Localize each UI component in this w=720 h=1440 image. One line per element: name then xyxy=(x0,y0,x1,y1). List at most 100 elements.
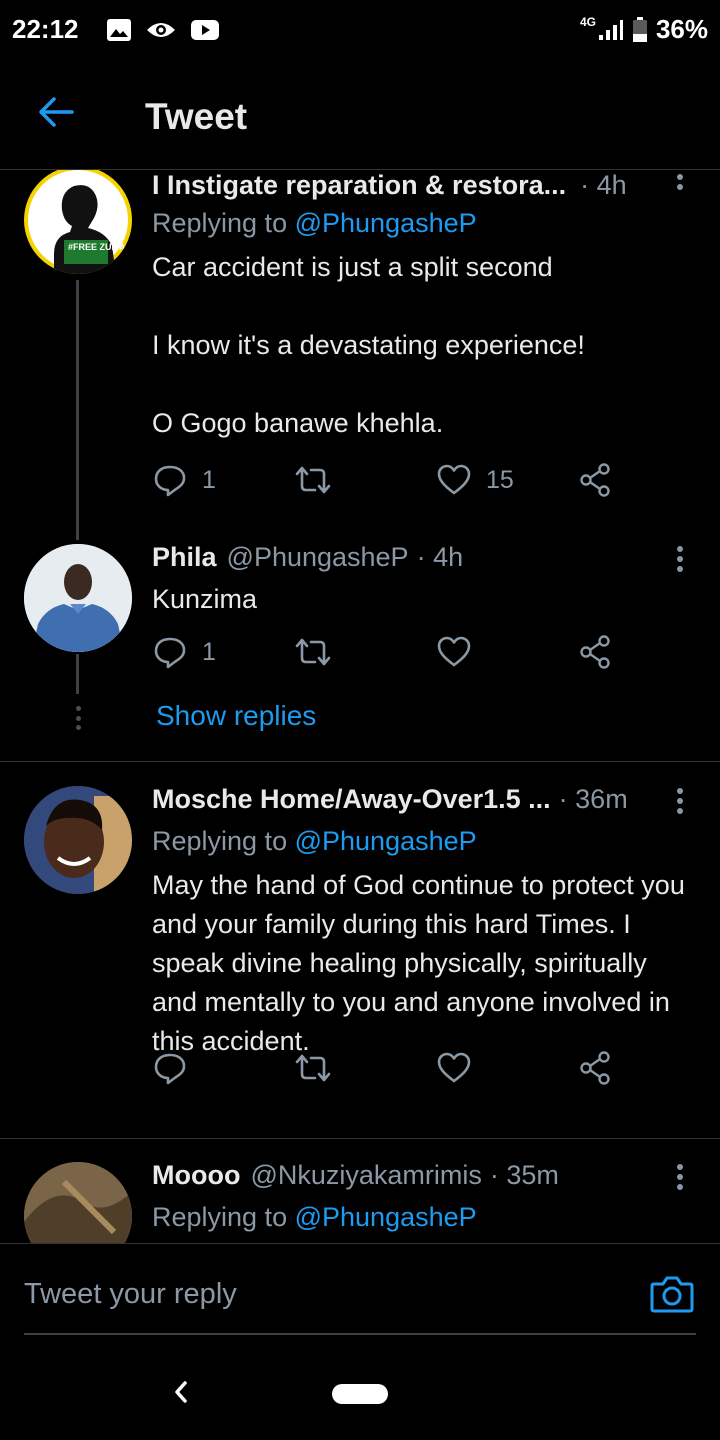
retweet-icon xyxy=(295,638,331,666)
camera-button[interactable] xyxy=(650,1274,694,1314)
tweet-reply[interactable]: Mosche Home/Away-Over1.5 ... · 36m Reply… xyxy=(0,782,720,1132)
notification-icons xyxy=(106,18,220,42)
reply-button[interactable]: 1 xyxy=(152,634,216,670)
gallery-icon xyxy=(107,19,131,41)
tweet-paragraph: May the hand of God continue to protect … xyxy=(152,870,685,1056)
retweet-button[interactable] xyxy=(294,1050,332,1086)
system-back-button[interactable] xyxy=(170,1377,192,1407)
tweet-header: Phila @PhungasheP · 4h xyxy=(152,542,650,573)
avatar[interactable] xyxy=(24,786,132,894)
like-count: 15 xyxy=(486,465,514,494)
system-home-pill[interactable] xyxy=(332,1384,388,1404)
avatar[interactable]: #FREE ZUMA xyxy=(24,170,132,274)
timestamp: · 36m xyxy=(558,784,628,814)
timestamp: · 4h xyxy=(416,542,464,572)
system-navigation-bar xyxy=(0,1345,720,1440)
retweet-button[interactable] xyxy=(294,634,332,670)
more-options-icon[interactable] xyxy=(670,172,690,192)
replying-to-label: Replying to xyxy=(152,208,288,238)
display-name[interactable]: Moooo xyxy=(152,1160,240,1191)
tweet-text: Car accident is just a split second I kn… xyxy=(152,248,696,443)
replying-to: Replying to @PhungasheP xyxy=(152,826,477,857)
tweet-reply[interactable]: #FREE ZUMA I Instigate reparation & rest… xyxy=(0,170,720,540)
display-name[interactable]: Phila xyxy=(152,542,217,573)
network-label: 4G xyxy=(579,14,596,29)
retweet-icon xyxy=(295,466,331,494)
tweet-actions: 1 xyxy=(152,634,632,674)
eye-icon xyxy=(147,23,175,37)
share-button[interactable] xyxy=(578,462,612,498)
mention-link[interactable]: @PhungasheP xyxy=(295,1202,477,1232)
tweet-header: I Instigate reparation & restora... · 4h xyxy=(152,170,650,201)
reply-count: 1 xyxy=(202,465,216,494)
heart-icon xyxy=(437,636,471,667)
more-options-icon[interactable] xyxy=(670,544,690,574)
input-underline xyxy=(24,1333,696,1335)
timestamp: · 35m xyxy=(489,1160,559,1190)
timestamp: · 4h xyxy=(580,170,627,200)
reply-icon xyxy=(154,637,186,669)
retweet-button[interactable] xyxy=(294,462,332,498)
top-app-bar: Tweet xyxy=(0,60,720,170)
tweet-paragraph: O Gogo banawe khehla. xyxy=(152,408,444,438)
tweet-actions xyxy=(152,1050,632,1090)
share-icon xyxy=(580,1051,610,1085)
reply-icon xyxy=(154,465,186,497)
tweet-reply[interactable]: Phila @PhungasheP · 4h Kunzima 1 Show re… xyxy=(0,540,720,760)
show-replies-link[interactable]: Show replies xyxy=(156,700,316,732)
user-handle[interactable]: @Nkuziyakamrimis xyxy=(250,1160,481,1191)
divider xyxy=(0,761,720,762)
status-bar: 22:12 4G 36% xyxy=(0,0,720,60)
back-button[interactable] xyxy=(36,92,76,132)
share-button[interactable] xyxy=(578,1050,612,1086)
like-button[interactable] xyxy=(436,1050,472,1086)
tweet-paragraph: Kunzima xyxy=(152,584,258,614)
replying-to: Replying to @PhungasheP xyxy=(152,1202,477,1233)
tweet-paragraph: Car accident is just a split second xyxy=(152,252,553,282)
tweet-actions: 1 15 xyxy=(152,462,632,502)
avatar-photo xyxy=(24,1162,132,1243)
battery-percent: 36% xyxy=(655,14,708,44)
reply-icon xyxy=(154,1053,186,1085)
avatar[interactable] xyxy=(24,544,132,652)
like-button[interactable]: 15 xyxy=(436,462,514,498)
divider xyxy=(0,1138,720,1139)
tweet-reply[interactable]: Moooo @Nkuziyakamrimis · 35m Replying to… xyxy=(0,1160,720,1243)
arrow-left-icon xyxy=(39,97,74,127)
tweet-header: Mosche Home/Away-Over1.5 ... · 36m xyxy=(152,784,650,815)
avatar-photo xyxy=(24,786,132,894)
reply-composer: Tweet your reply xyxy=(0,1243,720,1343)
thread-line xyxy=(76,280,79,540)
display-name[interactable]: Mosche Home/Away-Over1.5 ... xyxy=(152,784,551,815)
page-title: Tweet xyxy=(145,96,248,137)
youtube-icon xyxy=(191,20,219,40)
signal-icon xyxy=(598,19,623,40)
chevron-left-icon xyxy=(175,1381,187,1403)
more-options-icon[interactable] xyxy=(670,1162,690,1192)
user-handle[interactable]: @PhungasheP xyxy=(227,542,409,573)
avatar[interactable] xyxy=(24,1162,132,1243)
avatar-silhouette-image: #FREE ZUMA xyxy=(28,170,128,274)
more-options-icon[interactable] xyxy=(670,786,690,816)
thread-line xyxy=(76,654,79,694)
mention-link[interactable]: @PhungasheP xyxy=(295,208,477,238)
replying-to: Replying to @PhungasheP xyxy=(152,208,477,239)
status-time: 22:12 xyxy=(12,14,79,44)
heart-icon xyxy=(437,464,471,495)
display-name[interactable]: I Instigate reparation & restora... xyxy=(152,170,566,201)
avatar-photo xyxy=(24,544,132,652)
reply-button[interactable]: 1 xyxy=(152,462,216,498)
mention-link[interactable]: @PhungasheP xyxy=(295,826,477,856)
heart-icon xyxy=(437,1052,471,1083)
tweet-header: Moooo @Nkuziyakamrimis · 35m xyxy=(152,1160,650,1191)
reply-count: 1 xyxy=(202,637,216,666)
like-button[interactable] xyxy=(436,634,472,670)
share-icon xyxy=(580,463,610,497)
share-button[interactable] xyxy=(578,634,612,670)
replies-feed[interactable]: #FREE ZUMA I Instigate reparation & rest… xyxy=(0,170,720,1243)
camera-icon xyxy=(650,1276,694,1313)
reply-input[interactable]: Tweet your reply xyxy=(24,1278,237,1311)
tweet-paragraph: I know it's a devastating experience! xyxy=(152,330,585,360)
reply-button[interactable] xyxy=(152,1050,188,1086)
tweet-text: May the hand of God continue to protect … xyxy=(152,866,692,1061)
